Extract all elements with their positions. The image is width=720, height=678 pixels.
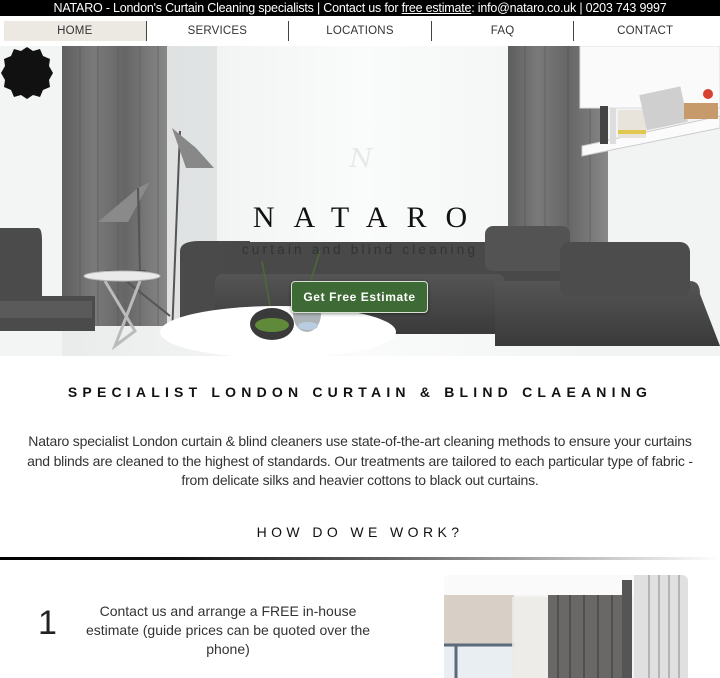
announcement-text: NATARO - London's Curtain Cleaning speci… bbox=[53, 1, 402, 15]
contact-details: : info@nataro.co.uk | 0203 743 9997 bbox=[471, 1, 667, 15]
intro-paragraph: Nataro specialist London curtain & blind… bbox=[27, 433, 693, 488]
get-free-estimate-button[interactable]: Get Free Estimate bbox=[291, 281, 428, 313]
section-heading: SPECIALIST LONDON CURTAIN & BLIND CLAEAN… bbox=[67, 384, 653, 400]
nataro-logo-badge bbox=[1, 47, 53, 99]
nav-services[interactable]: SERVICES bbox=[147, 21, 289, 41]
step-description: Contact us and arrange a FREE in-house e… bbox=[85, 603, 371, 657]
hero-banner: N NATARO curtain and blind cleaning Get … bbox=[0, 46, 720, 356]
nav-contact[interactable]: CONTACT bbox=[574, 21, 716, 41]
nav-faq[interactable]: FAQ bbox=[432, 21, 574, 41]
brand-tagline: curtain and blind cleaning bbox=[241, 242, 479, 257]
how-we-work-heading: HOW DO WE WORK? bbox=[256, 524, 464, 540]
nav-locations[interactable]: LOCATIONS bbox=[289, 21, 431, 41]
section-divider bbox=[0, 557, 720, 560]
logo-monogram: N bbox=[349, 144, 373, 174]
top-announcement-bar: NATARO - London's Curtain Cleaning speci… bbox=[0, 0, 720, 16]
main-nav: HOME SERVICES LOCATIONS FAQ CONTACT bbox=[0, 16, 720, 46]
curtain-photo bbox=[444, 575, 688, 678]
free-estimate-link[interactable]: free estimate bbox=[402, 1, 472, 15]
step-number: 1 bbox=[38, 604, 57, 642]
brand-name: NATARO bbox=[252, 201, 487, 234]
step-curtain-image bbox=[444, 575, 688, 678]
nav-home[interactable]: HOME bbox=[4, 21, 146, 41]
